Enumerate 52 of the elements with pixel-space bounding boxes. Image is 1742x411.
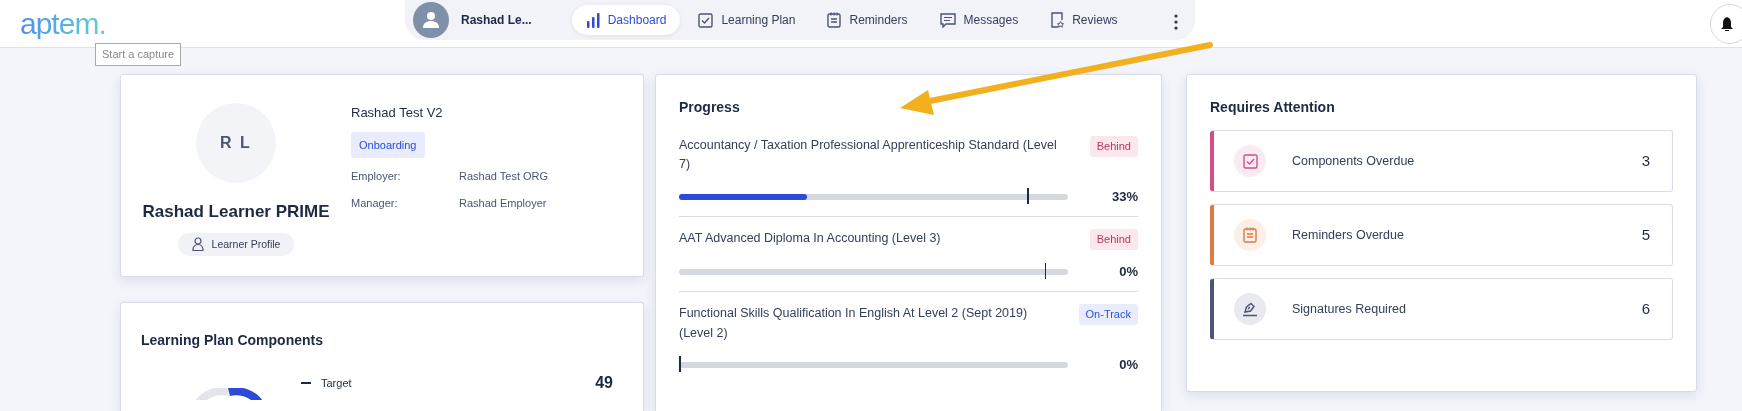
nav-tab[interactable]: Reviews xyxy=(1036,5,1132,35)
attention-item[interactable]: Signatures Required 6 xyxy=(1210,278,1673,340)
bar-chart-icon xyxy=(585,12,600,28)
nav-tab[interactable]: Messages xyxy=(925,5,1033,35)
bell-icon xyxy=(1721,17,1733,31)
card-title: Progress xyxy=(679,98,741,117)
field-value: Rashad Test ORG xyxy=(459,169,549,184)
legend-label: Target xyxy=(321,375,352,391)
pen-icon xyxy=(1242,301,1258,317)
attention-item[interactable]: Components Overdue 3 xyxy=(1210,130,1673,192)
attention-item[interactable]: Reminders Overdue 5 xyxy=(1210,204,1673,266)
attention-label: Reminders Overdue xyxy=(1292,226,1404,244)
person-icon xyxy=(191,237,204,252)
notepad-icon xyxy=(827,12,842,28)
status-badge: Behind xyxy=(1089,229,1138,250)
notepad-icon xyxy=(1243,227,1257,243)
document-star-icon xyxy=(1050,12,1065,28)
programme-name: Rashad Test V2 xyxy=(351,104,444,122)
checkbox-icon xyxy=(1242,153,1258,169)
progress-percent: 0% xyxy=(1118,262,1138,281)
attention-count: 5 xyxy=(1641,224,1650,245)
notifications-button[interactable] xyxy=(1710,4,1742,44)
attention-count: 3 xyxy=(1641,150,1650,171)
course-name: AAT Advanced Diploma In Accounting (Level 3) xyxy=(679,230,941,248)
nav-tab[interactable]: Reminders xyxy=(813,5,922,35)
attention-label: Components Overdue xyxy=(1292,152,1415,170)
attention-count: 6 xyxy=(1641,298,1650,319)
chat-icon xyxy=(939,12,956,28)
field-label: Employer: xyxy=(351,169,402,184)
legend-value: 49 xyxy=(595,373,613,393)
user-avatar[interactable] xyxy=(413,2,449,38)
legend-dash-icon xyxy=(301,382,311,384)
learner-name: Rashad Learner PRIME xyxy=(142,201,330,223)
course-name: Functional Skills Qualification In English At Level 2 (Sept 2019) (Level 2) xyxy=(679,305,1029,342)
status-badge: Onboarding xyxy=(351,131,425,158)
user-name[interactable]: Rashad Le... xyxy=(461,11,532,29)
checkbox-icon xyxy=(698,12,714,28)
progress-percent: 33% xyxy=(1110,187,1138,206)
field-value: Rashad Employer xyxy=(459,195,547,211)
attention-label: Signatures Required xyxy=(1292,300,1406,318)
progress-percent: 0% xyxy=(1118,356,1138,374)
card-title: Learning Plan Components xyxy=(141,331,324,350)
avatar-initials: R L xyxy=(196,103,276,183)
course-name: Accountancy / Taxation Professional Apprenticeship Standard (Level 7) xyxy=(679,137,1058,174)
field-label: Manager: xyxy=(351,195,399,211)
tooltip: Start a capture xyxy=(95,43,182,66)
card-title: Requires Attention xyxy=(1210,98,1336,117)
nav-tab[interactable]: Dashboard xyxy=(571,5,681,35)
status-badge: On-Track xyxy=(1078,304,1138,325)
status-badge: Behind xyxy=(1089,136,1138,157)
learner-profile-button[interactable]: Learner Profile xyxy=(177,232,295,257)
nav-tab[interactable]: Learning Plan xyxy=(684,5,810,35)
